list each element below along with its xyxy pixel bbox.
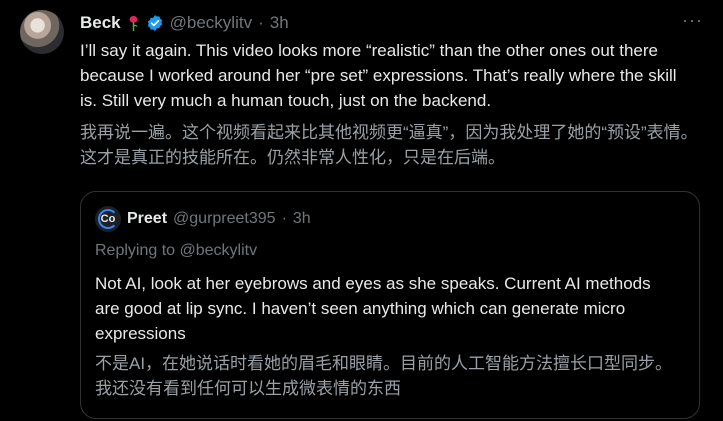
- quoted-avatar[interactable]: Co: [95, 206, 121, 232]
- quoted-user-handle[interactable]: @gurpreet395: [173, 210, 276, 228]
- quoted-tweet-header: Co Preet @gurpreet395 · 3h: [95, 206, 311, 232]
- tweet-header: Beck @beckylitv · 3h: [80, 12, 289, 34]
- translated-text: 我再说一遍。这个视频看起来比其他视频更“逼真”，因为我处理了她的“预设”表情。这…: [80, 123, 698, 167]
- more-options-icon[interactable]: ···: [682, 10, 703, 31]
- separator-dot: ·: [258, 13, 264, 32]
- tweet[interactable]: Beck @beckylitv · 3h ··· I’ll say it aga…: [0, 0, 723, 421]
- avatar[interactable]: [20, 10, 64, 54]
- quoted-tweet-text: Not AI, look at her eyebrows and eyes as…: [95, 274, 651, 343]
- tweet-text: I’ll say it again. This video looks more…: [80, 41, 677, 110]
- verified-badge-icon[interactable]: [146, 14, 164, 32]
- user-handle[interactable]: @beckylitv: [170, 13, 252, 33]
- quoted-display-name[interactable]: Preet: [127, 210, 167, 228]
- display-name[interactable]: Beck: [80, 13, 121, 33]
- rose-icon: [129, 15, 138, 31]
- quoted-separator-dot: ·: [281, 210, 287, 227]
- avatar-ring: [98, 209, 118, 229]
- quoted-translated-text: 不是AI，在她说话时看她的眉毛和眼睛。目前的人工智能方法擅长口型同步。我还没有看…: [95, 354, 673, 398]
- quoted-tweet[interactable]: Co Preet @gurpreet395 · 3h Replying to @…: [80, 191, 700, 419]
- replying-to[interactable]: Replying to @beckylitv: [95, 242, 257, 260]
- quoted-timestamp[interactable]: 3h: [293, 210, 311, 228]
- timestamp[interactable]: 3h: [270, 13, 289, 33]
